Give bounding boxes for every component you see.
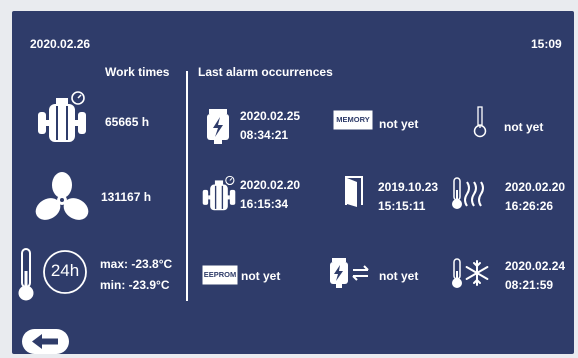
work-times-title: Work times xyxy=(105,65,170,79)
power-failure-alarm: 2020.02.25 08:34:21 xyxy=(240,107,300,145)
high-temperature-icon xyxy=(450,176,488,212)
eeprom-chip-label: EEPROM xyxy=(203,270,237,279)
sensor-alarm-value: not yet xyxy=(504,120,544,134)
compressor-work-hours: 65665 h xyxy=(105,115,150,129)
eeprom-chip-icon: EEPROM xyxy=(202,265,238,285)
low-temperature-date: 2020.02.24 xyxy=(505,259,566,273)
door-alarm: 2019.10.23 15:15:11 xyxy=(378,178,438,216)
memory-chip-label: MEMORY xyxy=(336,115,370,124)
alarm-occurrences-title: Last alarm occurrences xyxy=(198,65,333,79)
low-temperature-alarm: 2020.02.24 08:21:59 xyxy=(505,257,565,295)
clock-24h-label: 24h xyxy=(50,261,80,280)
current-time: 15:09 xyxy=(531,37,562,51)
communication-alarm-value: not yet xyxy=(379,269,419,283)
sensor-icon xyxy=(473,106,487,140)
compressor-alarm-date: 2020.02.20 xyxy=(240,178,301,192)
power-failure-date: 2020.02.25 xyxy=(240,109,301,123)
power-failure-icon xyxy=(205,107,231,145)
high-temperature-date: 2020.02.20 xyxy=(505,180,566,194)
power-failure-time: 08:34:21 xyxy=(240,128,289,142)
thermometer-icon xyxy=(15,247,37,303)
current-date: 2020.02.26 xyxy=(30,37,91,51)
compressor-alarm: 2020.02.20 16:15:34 xyxy=(240,176,300,214)
min-temperature: min: -23.9°C xyxy=(100,278,170,292)
high-temperature-time: 16:26:26 xyxy=(505,199,554,213)
eeprom-alarm-value: not yet xyxy=(241,269,281,283)
main-screen: 2020.02.26 15:09 Work times Last alarm o… xyxy=(12,11,574,354)
back-arrow-icon xyxy=(32,334,58,349)
compressor-icon xyxy=(36,90,88,146)
column-divider xyxy=(186,71,188,301)
clock-24h-icon: 24h xyxy=(42,249,88,295)
high-temperature-alarm: 2020.02.20 16:26:26 xyxy=(505,178,565,216)
compressor-alarm-icon xyxy=(200,175,238,213)
max-temperature: max: -23.8°C xyxy=(100,257,173,271)
compressor-alarm-time: 16:15:34 xyxy=(240,197,289,211)
communication-icon xyxy=(328,256,374,292)
door-alarm-time: 15:15:11 xyxy=(378,199,426,213)
door-icon xyxy=(342,174,366,208)
door-alarm-date: 2019.10.23 xyxy=(378,180,439,194)
memory-alarm-value: not yet xyxy=(379,117,419,131)
fan-work-hours: 131167 h xyxy=(101,190,152,204)
back-button[interactable] xyxy=(22,329,69,354)
memory-chip-icon: MEMORY xyxy=(333,110,373,130)
low-temperature-time: 08:21:59 xyxy=(505,278,554,292)
low-temperature-icon xyxy=(450,257,490,291)
fan-icon xyxy=(34,171,90,223)
